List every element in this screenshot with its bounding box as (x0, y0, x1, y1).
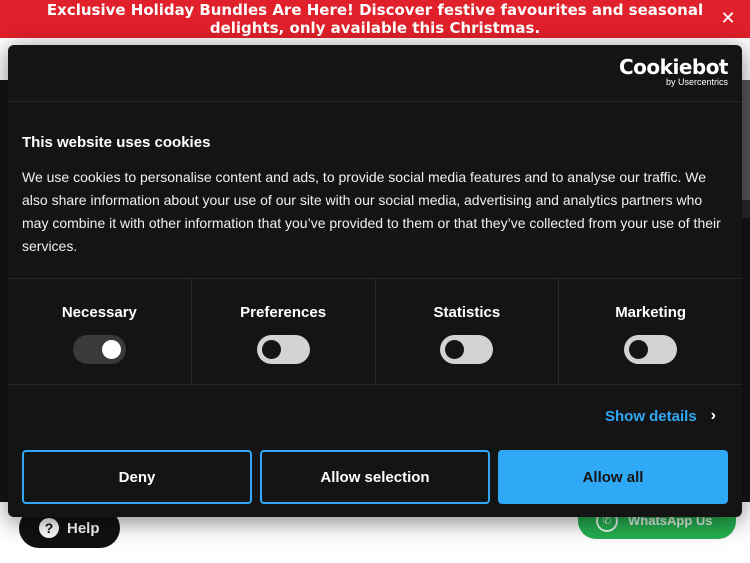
toggle-knob (445, 340, 465, 359)
cookie-consent-dialog: Cookiebot by Usercentrics This website u… (8, 45, 742, 517)
category-label: Preferences (240, 304, 327, 321)
chevron-right-icon: › (710, 407, 716, 424)
logo-main-text: Cookiebot (619, 55, 729, 79)
dialog-heading: This website uses cookies (22, 134, 211, 151)
show-details-label: Show details (604, 407, 697, 425)
marketing-toggle[interactable] (624, 335, 678, 364)
dialog-header: Cookiebot by Usercentrics (8, 45, 742, 102)
toggle-knob (261, 340, 281, 359)
preferences-toggle[interactable] (256, 335, 310, 364)
dialog-body: This website uses cookies We use cookies… (8, 102, 742, 258)
category-preferences: Preferences (192, 279, 376, 384)
close-icon[interactable]: ✕ (718, 9, 738, 29)
category-marketing: Marketing (559, 279, 742, 384)
toggle-knob (101, 340, 121, 359)
category-necessary: Necessary (8, 279, 192, 384)
promo-text: Exclusive Holiday Bundles Are Here! Disc… (46, 1, 704, 37)
necessary-toggle[interactable] (72, 335, 126, 364)
category-statistics: Statistics (376, 279, 560, 384)
allow-selection-button[interactable]: Allow selection (260, 450, 490, 504)
cookiebot-logo: Cookiebot by Usercentrics (619, 55, 729, 88)
question-icon: ? (39, 518, 59, 538)
allow-all-button[interactable]: Allow all (498, 450, 728, 504)
category-label: Necessary (61, 304, 137, 321)
help-label: Help (67, 519, 100, 537)
toggle-knob (629, 340, 649, 359)
category-label: Marketing (615, 304, 687, 321)
consent-categories: Necessary Preferences Statistics Marketi… (8, 278, 742, 385)
deny-button[interactable]: Deny (22, 450, 252, 504)
show-details-link[interactable]: Show details › (605, 407, 716, 425)
statistics-toggle[interactable] (440, 335, 494, 364)
dialog-description: We use cookies to personalise content an… (22, 169, 721, 254)
consent-buttons: Deny Allow selection Allow all (22, 450, 728, 504)
promo-banner: Exclusive Holiday Bundles Are Here! Disc… (0, 0, 750, 38)
category-label: Statistics (433, 304, 501, 321)
